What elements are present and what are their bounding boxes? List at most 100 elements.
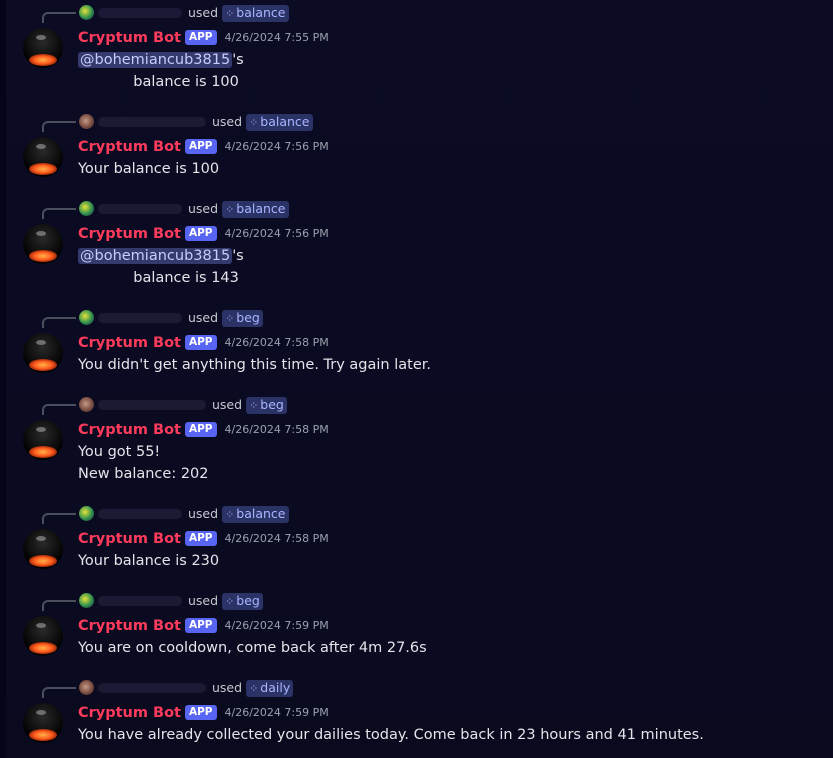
command-chip[interactable]: ⁘ beg — [222, 310, 263, 327]
app-badge: APP — [184, 618, 217, 633]
message: used ⁘ balance Cryptum Bot APP 4/26/2024 7:5… — [0, 506, 833, 586]
message-header: Cryptum Bot APP 4/26/2024 7:59 PM — [78, 615, 329, 635]
message-line: New balance: 202 — [78, 466, 209, 482]
message-content: Your balance is 230 — [78, 550, 219, 572]
command-chip[interactable]: ⁘ beg — [222, 593, 263, 610]
timestamp[interactable]: 4/26/2024 7:59 PM — [225, 616, 329, 636]
command-used: used ⁘ beg — [188, 593, 263, 610]
timestamp[interactable]: 4/26/2024 7:58 PM — [225, 529, 329, 549]
command-name: beg — [236, 593, 260, 608]
reply-connector — [42, 121, 76, 132]
message: used ⁘ balance Cryptum Bot APP 4/26/2024 7:5… — [0, 201, 833, 301]
invoker-avatar[interactable] — [79, 680, 94, 695]
message: used ⁘ beg Cryptum Bot APP 4/26/2024 7:58 PM… — [0, 310, 833, 390]
slash-command-icon: ⁘ — [225, 508, 235, 521]
message: used ⁘ beg Cryptum Bot APP 4/26/2024 7:59 PM… — [0, 593, 833, 673]
redacted-username — [98, 683, 206, 693]
invoker-avatar[interactable] — [79, 114, 94, 129]
redacted-username — [98, 400, 206, 410]
message-content: You have already collected your dailies … — [78, 724, 704, 746]
bot-avatar[interactable] — [23, 28, 63, 68]
bot-avatar[interactable] — [23, 137, 63, 177]
invoker-avatar[interactable] — [79, 201, 94, 216]
bot-avatar[interactable] — [23, 529, 63, 569]
timestamp[interactable]: 4/26/2024 7:59 PM — [225, 703, 329, 723]
slash-command-icon: ⁘ — [225, 7, 235, 20]
reply-connector — [42, 687, 76, 698]
bot-avatar[interactable] — [23, 616, 63, 656]
message-line: balance is 100 — [78, 74, 239, 90]
command-chip[interactable]: ⁘ beg — [246, 397, 287, 414]
bot-name[interactable]: Cryptum Bot — [78, 137, 181, 157]
command-name: daily — [260, 680, 291, 695]
message-header: Cryptum Bot APP 4/26/2024 7:56 PM — [78, 223, 329, 243]
used-label: used — [212, 114, 243, 129]
command-name: balance — [236, 201, 286, 216]
bot-avatar[interactable] — [23, 703, 63, 743]
message: used ⁘ daily Cryptum Bot APP 4/26/2024 7:59 … — [0, 680, 833, 758]
command-chip[interactable]: ⁘ balance — [222, 201, 289, 218]
user-mention[interactable]: @bohemiancub3815 — [78, 52, 233, 68]
bot-avatar[interactable] — [23, 333, 63, 373]
slash-command-icon: ⁘ — [249, 116, 259, 129]
bot-name[interactable]: Cryptum Bot — [78, 333, 181, 353]
timestamp[interactable]: 4/26/2024 7:55 PM — [225, 28, 329, 48]
app-badge: APP — [184, 335, 217, 350]
slash-command-icon: ⁘ — [249, 399, 259, 412]
redacted-username — [98, 509, 182, 519]
bot-name[interactable]: Cryptum Bot — [78, 703, 181, 723]
command-used: used ⁘ balance — [212, 114, 313, 131]
command-name: balance — [236, 506, 286, 521]
bot-name[interactable]: Cryptum Bot — [78, 224, 181, 244]
timestamp[interactable]: 4/26/2024 7:56 PM — [225, 224, 329, 244]
app-badge: APP — [184, 705, 217, 720]
bot-name[interactable]: Cryptum Bot — [78, 529, 181, 549]
used-label: used — [212, 680, 243, 695]
used-label: used — [188, 201, 219, 216]
reply-connector — [42, 404, 76, 415]
used-label: used — [188, 506, 219, 521]
message-line: You have already collected your dailies … — [78, 727, 704, 743]
used-label: used — [188, 5, 219, 20]
invoker-avatar[interactable] — [79, 506, 94, 521]
bot-name[interactable]: Cryptum Bot — [78, 616, 181, 636]
redacted-username — [98, 8, 182, 18]
timestamp[interactable]: 4/26/2024 7:58 PM — [225, 333, 329, 353]
timestamp[interactable]: 4/26/2024 7:56 PM — [225, 137, 329, 157]
command-name: balance — [236, 5, 286, 20]
message-line: You didn't get anything this time. Try a… — [78, 357, 431, 373]
message-header: Cryptum Bot APP 4/26/2024 7:55 PM — [78, 27, 329, 47]
invoker-avatar[interactable] — [79, 593, 94, 608]
message-content: You got 55! New balance: 202 — [78, 441, 209, 485]
message: used ⁘ balance Cryptum Bot APP 4/26/2024 7:5… — [0, 5, 833, 105]
message-content: @bohemiancub3815's balance is 100 — [78, 49, 244, 93]
command-used: used ⁘ balance — [188, 5, 289, 22]
redacted-username — [98, 204, 182, 214]
app-badge: APP — [184, 422, 217, 437]
invoker-avatar[interactable] — [79, 310, 94, 325]
bot-name[interactable]: Cryptum Bot — [78, 28, 181, 48]
message-content: Your balance is 100 — [78, 158, 219, 180]
app-badge: APP — [184, 226, 217, 241]
invoker-avatar[interactable] — [79, 397, 94, 412]
bot-avatar[interactable] — [23, 420, 63, 460]
timestamp[interactable]: 4/26/2024 7:58 PM — [225, 420, 329, 440]
command-used: used ⁘ beg — [212, 397, 287, 414]
message-line: Your balance is 100 — [78, 161, 220, 177]
bot-name[interactable]: Cryptum Bot — [78, 420, 181, 440]
message-line: You are on cooldown, come back after 4m … — [78, 640, 427, 656]
message-content: You are on cooldown, come back after 4m … — [78, 637, 427, 659]
message-content: You didn't get anything this time. Try a… — [78, 354, 431, 376]
command-chip[interactable]: ⁘ balance — [222, 506, 289, 523]
command-chip[interactable]: ⁘ balance — [246, 114, 313, 131]
slash-command-icon: ⁘ — [249, 682, 259, 695]
user-mention[interactable]: @bohemiancub3815 — [78, 248, 233, 264]
command-chip[interactable]: ⁘ balance — [222, 5, 289, 22]
used-label: used — [188, 593, 219, 608]
used-label: used — [188, 310, 219, 325]
command-chip[interactable]: ⁘ daily — [246, 680, 294, 697]
reply-connector — [42, 317, 76, 328]
invoker-avatar[interactable] — [79, 5, 94, 20]
bot-avatar[interactable] — [23, 224, 63, 264]
app-badge: APP — [184, 30, 217, 45]
